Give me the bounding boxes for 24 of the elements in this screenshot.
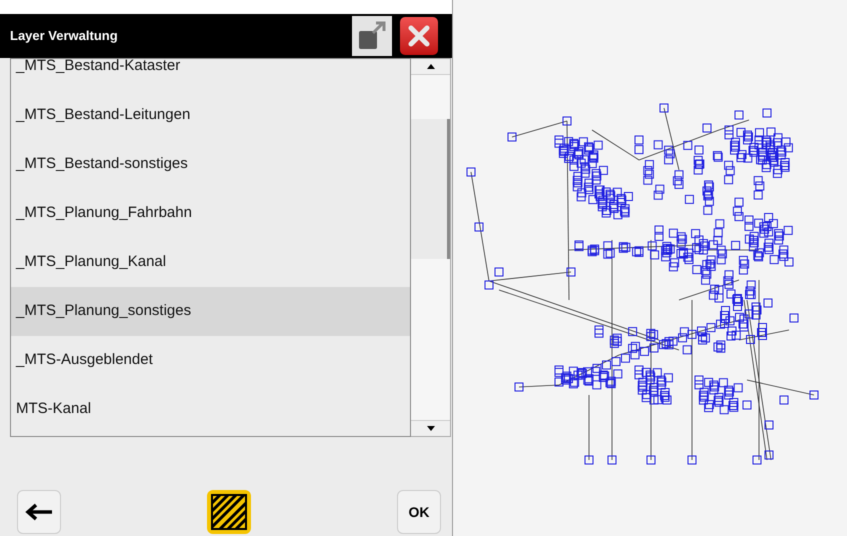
dialog-title: Layer Verwaltung [10,27,119,46]
layer-item[interactable]: _MTS_Bestand-Kataster [11,59,410,91]
layer-item[interactable]: _MTS-Ausgeblendet [11,336,410,385]
back-arrow-icon [25,503,53,521]
layer-item[interactable]: _MTS_Bestand-Leitungen [11,91,410,140]
hatch-button[interactable] [207,490,251,534]
scroll-up-button[interactable] [411,59,450,75]
up-arrow-icon [426,64,434,69]
layer-item[interactable]: _MTS_Bestand-sonstiges [11,140,410,189]
layer-item[interactable]: _MTS_Planung_sonstiges [11,287,410,336]
layer-item[interactable]: _MTS_Planung_Fahrbahn [11,189,410,238]
scroll-down-button[interactable] [411,420,450,436]
close-icon [408,25,430,47]
layer-item[interactable]: MTS-Kanal [11,385,410,434]
scrollbar[interactable] [411,58,451,437]
scroll-thumb[interactable] [411,119,450,259]
expand-button[interactable] [352,16,392,56]
layer-item[interactable]: _MTS_Planung_Kanal [11,238,410,287]
ok-button[interactable]: OK [397,490,441,534]
hatch-pattern-icon [211,494,247,530]
close-button[interactable] [400,17,438,55]
down-arrow-icon [426,426,434,431]
expand-icon [357,21,387,51]
back-button[interactable] [17,490,61,534]
